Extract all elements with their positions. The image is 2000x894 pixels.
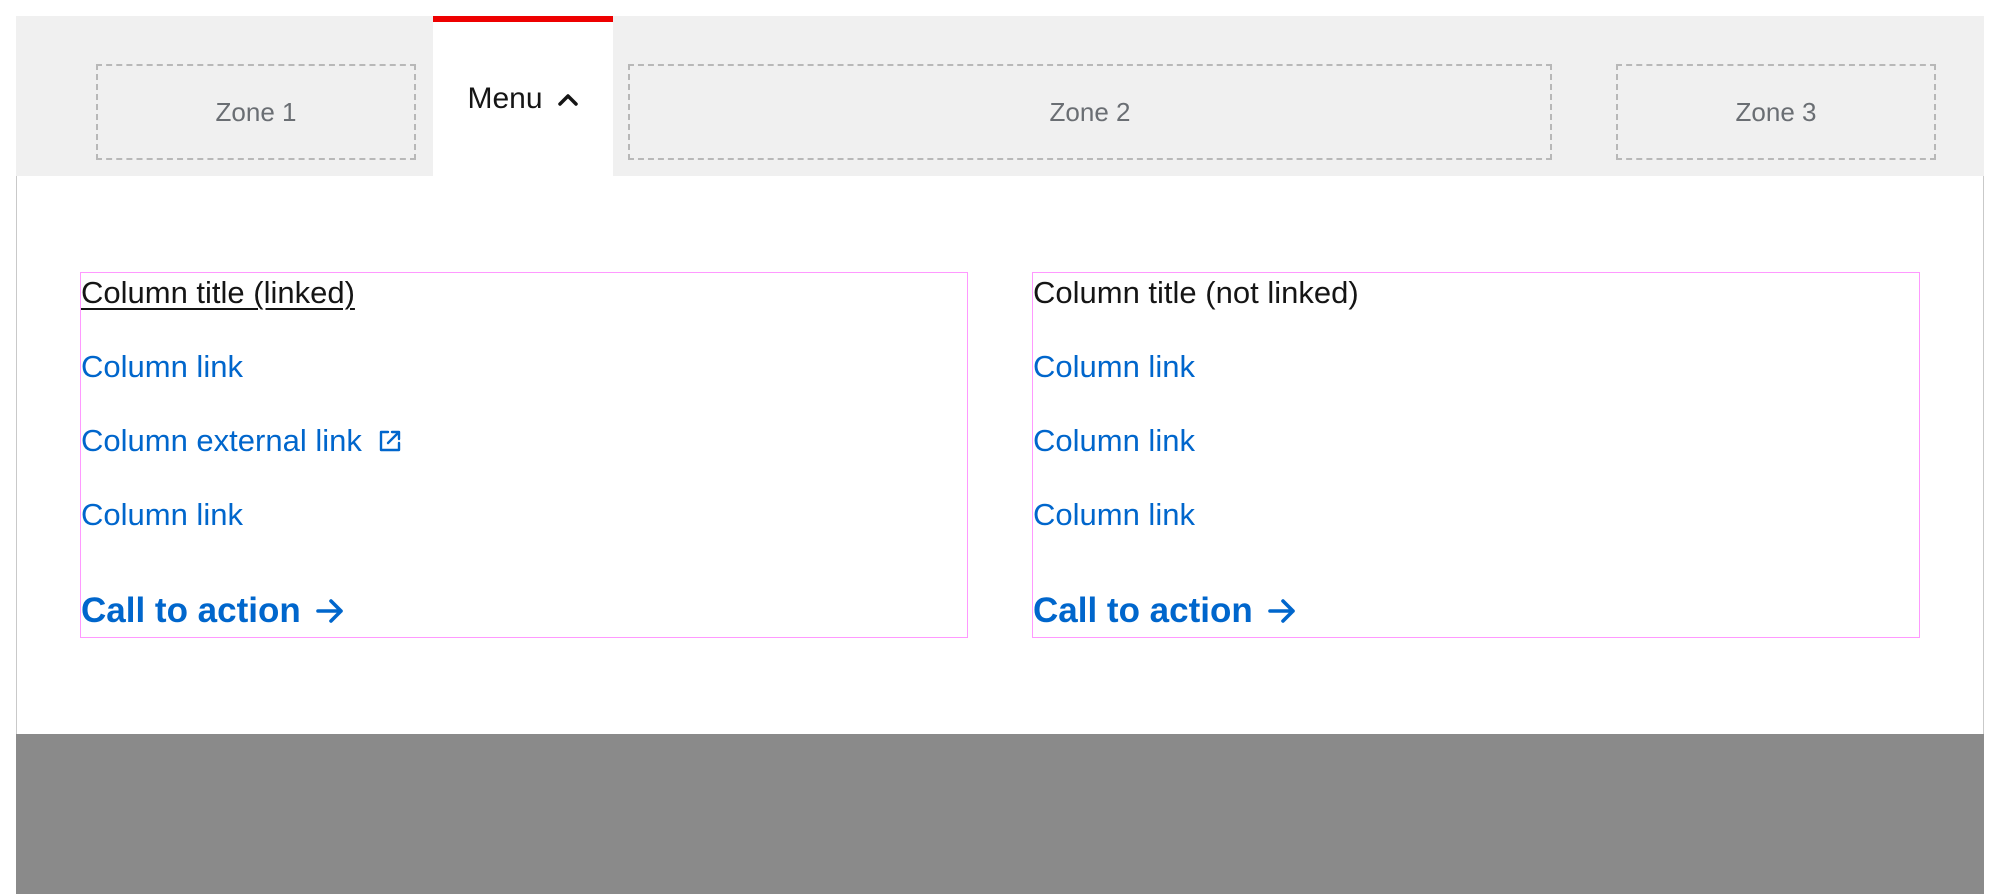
column-link[interactable]: Column link [1033,497,1195,533]
zone-3-placeholder: Zone 3 [1616,64,1936,160]
menu-column-2: Column title (not linked) Column link Co… [1032,272,1920,638]
column-link-label: Column link [1033,349,1195,384]
call-to-action-label: Call to action [81,591,301,630]
menu-label: Menu [467,82,543,115]
column-link-label: Column link [81,497,243,532]
call-to-action-link[interactable]: Call to action [81,591,345,631]
external-link-icon [379,430,401,452]
navigation-bar: Zone 1 Zone 2 Zone 3 [16,16,1984,176]
column-external-link[interactable]: Column external link [81,423,402,459]
column-link[interactable]: Column link [81,497,243,533]
menu-toggle-button[interactable]: Menu [433,16,613,176]
menu-column-1: Column title (linked) Column link Column… [80,272,968,638]
column-link-label: Column link [1033,497,1195,532]
zone-3-label: Zone 3 [1735,96,1817,127]
column-link-label: Column link [81,349,243,384]
column-title-link[interactable]: Column title (linked) [81,275,355,311]
column-link[interactable]: Column link [81,349,243,385]
zone-1-label: Zone 1 [215,96,297,127]
arrow-right-icon [1267,599,1295,623]
zone-2-placeholder: Zone 2 [628,64,1552,160]
call-to-action-label: Call to action [1033,591,1253,630]
call-to-action-link[interactable]: Call to action [1033,591,1297,631]
zone-2-label: Zone 2 [1049,96,1131,127]
column-link[interactable]: Column link [1033,349,1195,385]
arrow-right-icon [315,599,343,623]
footer-placeholder [16,734,1984,894]
column-title: Column title (not linked) [1033,275,1359,310]
zone-1-placeholder: Zone 1 [96,64,416,160]
column-link[interactable]: Column link [1033,423,1195,459]
chevron-up-icon [557,94,578,106]
column-link-label: Column link [1033,423,1195,458]
column-external-link-label: Column external link [81,423,362,458]
